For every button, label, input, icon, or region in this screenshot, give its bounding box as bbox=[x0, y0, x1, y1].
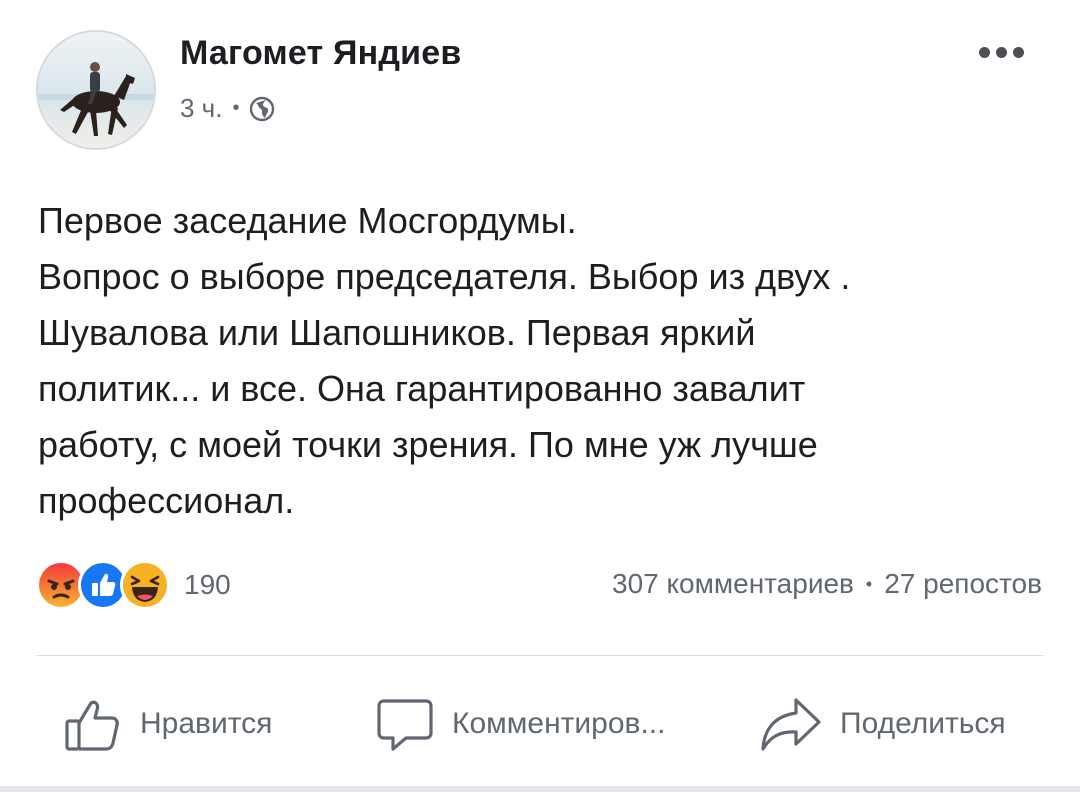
like-button-label: Нравится bbox=[140, 707, 273, 740]
dot-icon bbox=[1013, 46, 1024, 58]
post-text-line: профессионал. bbox=[38, 480, 295, 521]
globe-icon[interactable] bbox=[249, 96, 275, 122]
avatar[interactable] bbox=[36, 30, 156, 150]
post-text-line: Шувалова или Шапошников. Первая яркий bbox=[38, 312, 756, 353]
share-button-label: Поделиться bbox=[840, 707, 1006, 740]
post-text: Первое заседание Мосгордумы. Вопрос о вы… bbox=[38, 193, 1048, 529]
share-arrow-icon bbox=[761, 698, 821, 751]
meta-separator: • bbox=[232, 97, 240, 119]
share-button[interactable]: Поделиться bbox=[760, 684, 1006, 764]
counts-separator: • bbox=[865, 573, 873, 594]
thumbs-up-icon bbox=[65, 700, 119, 751]
divider bbox=[36, 655, 1044, 656]
facebook-post: Магомет Яндиев 3 ч. • Первое заседание М… bbox=[0, 0, 1080, 792]
comment-bubble-icon bbox=[377, 699, 433, 751]
reactions-summary[interactable]: 190 bbox=[36, 560, 231, 610]
reaction-count: 190 bbox=[184, 569, 231, 600]
post-text-line: работу, с моей точки зрения. По мне уж л… bbox=[38, 424, 818, 465]
feed-separator bbox=[0, 786, 1080, 792]
post-text-line: Первое заседание Мосгордумы. bbox=[38, 200, 577, 241]
post-text-line: политик... и все. Она гарантированно зав… bbox=[38, 368, 806, 409]
like-button[interactable]: Нравится bbox=[64, 684, 272, 764]
horse-rider-photo bbox=[38, 32, 154, 148]
author-name[interactable]: Магомет Яндиев bbox=[180, 34, 461, 73]
post-text-line: Вопрос о выборе председателя. Выбор из д… bbox=[38, 256, 851, 297]
shares-count-link[interactable]: 27 репостов bbox=[884, 568, 1042, 600]
comment-button[interactable]: Комментиров... bbox=[376, 684, 665, 764]
post-meta: 3 ч. • bbox=[180, 93, 275, 124]
dot-icon bbox=[996, 46, 1007, 58]
action-bar: Нравится Комментиров... Поделиться bbox=[0, 684, 1080, 764]
more-options-button[interactable] bbox=[979, 42, 1024, 62]
comments-count-link[interactable]: 307 комментариев bbox=[612, 568, 854, 600]
post-time[interactable]: 3 ч. bbox=[180, 93, 222, 124]
dot-icon bbox=[979, 46, 990, 58]
engagement-counts: 307 комментариев • 27 репостов bbox=[612, 568, 1042, 600]
comment-button-label: Комментиров... bbox=[452, 707, 666, 740]
haha-icon bbox=[120, 560, 170, 610]
